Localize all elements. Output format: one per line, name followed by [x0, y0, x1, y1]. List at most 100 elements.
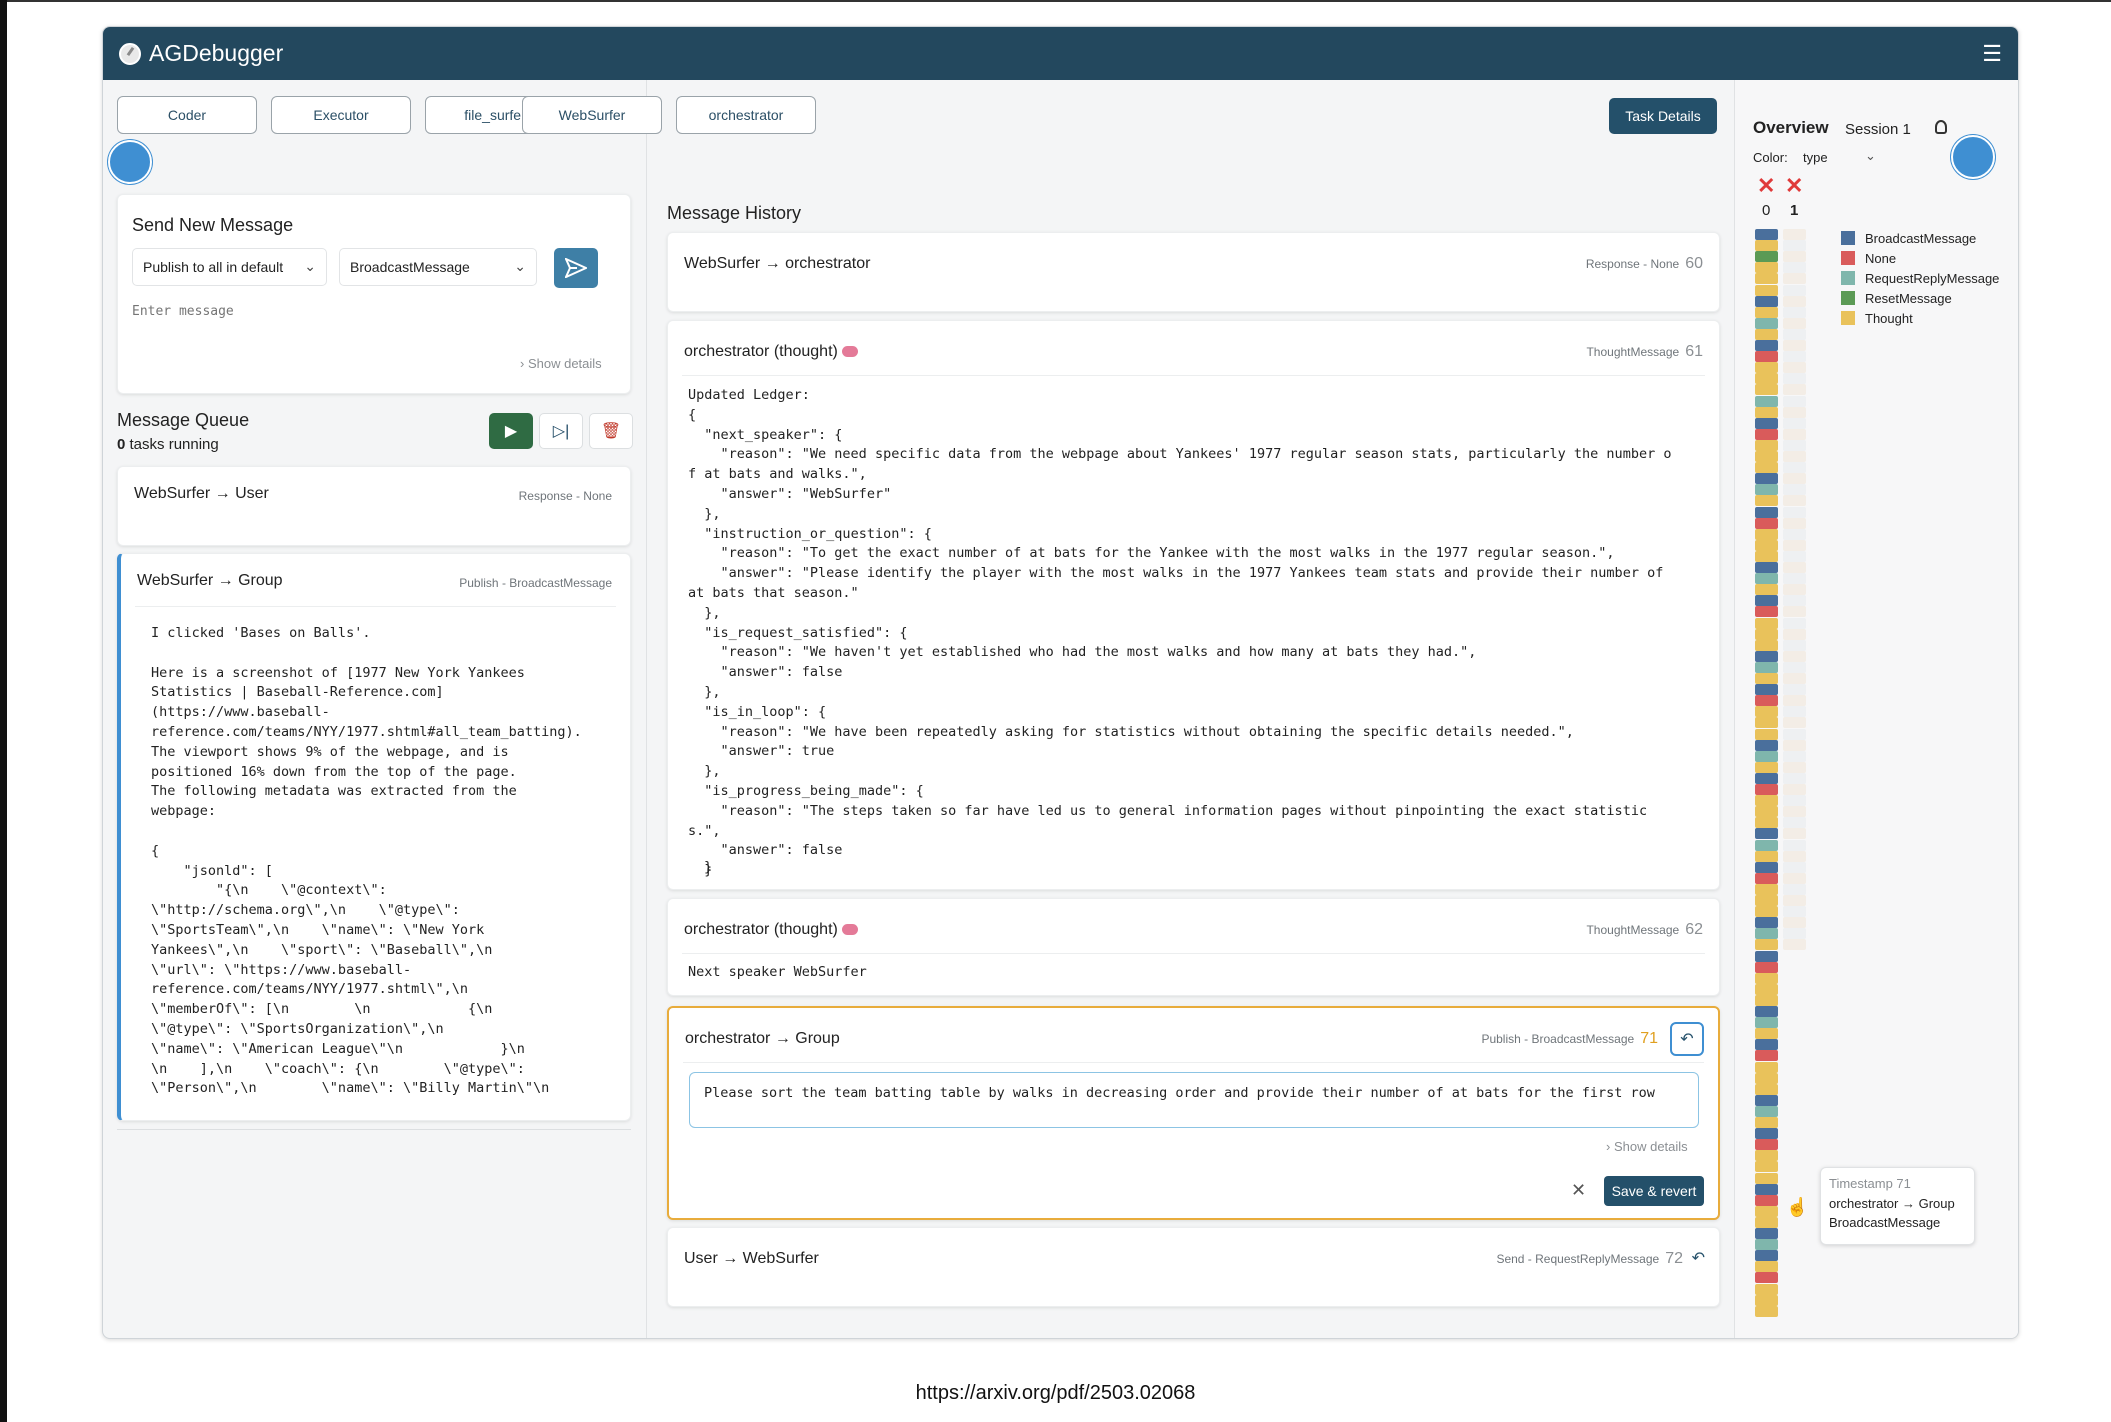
agent-tab-orchestrator[interactable]: orchestrator [676, 96, 816, 134]
overview-cell[interactable] [1755, 817, 1778, 829]
user-icon[interactable] [1935, 120, 1947, 134]
overview-cell[interactable] [1755, 406, 1778, 418]
overview-cell-empty[interactable] [1783, 861, 1806, 873]
close-icon[interactable]: ✕ [1571, 1180, 1586, 1201]
overview-cell-empty[interactable] [1783, 1250, 1806, 1261]
overview-cell[interactable] [1755, 306, 1778, 318]
overview-cell[interactable] [1755, 961, 1778, 973]
overview-cell-empty[interactable] [1783, 240, 1806, 252]
overview-cell[interactable] [1755, 617, 1778, 629]
overview-cell[interactable] [1755, 628, 1778, 640]
overview-cell-empty[interactable] [1783, 439, 1806, 451]
overview-cell-empty[interactable] [1783, 1150, 1806, 1161]
overview-cell-empty[interactable] [1783, 1106, 1806, 1117]
overview-cell-empty[interactable] [1783, 351, 1806, 363]
overview-cell-empty[interactable] [1783, 628, 1806, 640]
overview-cell-empty[interactable] [1783, 484, 1806, 496]
overview-cell[interactable] [1755, 317, 1778, 329]
overview-cell[interactable] [1755, 362, 1778, 374]
overview-cell-empty[interactable] [1783, 1062, 1806, 1073]
chevron-down-icon[interactable]: ⌄ [1865, 148, 1876, 164]
overview-cell[interactable] [1755, 1261, 1778, 1273]
overview-cell-empty[interactable] [1783, 550, 1806, 562]
overview-cell-empty[interactable] [1783, 761, 1806, 773]
overview-cell[interactable] [1755, 273, 1778, 285]
overview-cell-empty[interactable] [1783, 517, 1806, 529]
overview-cell-empty[interactable] [1783, 539, 1806, 551]
overview-cell[interactable] [1755, 1150, 1778, 1162]
overview-cell-empty[interactable] [1783, 1217, 1806, 1228]
overview-cell[interactable] [1755, 1139, 1778, 1151]
run-queue-button[interactable]: ▶ [489, 413, 533, 449]
overview-cell[interactable] [1755, 384, 1778, 396]
agent-tab-coder[interactable]: Coder [117, 96, 257, 134]
overview-cell[interactable] [1755, 1128, 1778, 1140]
overview-cell[interactable] [1755, 650, 1778, 662]
overview-cell-empty[interactable] [1783, 1028, 1806, 1039]
overview-cell[interactable] [1755, 673, 1778, 684]
target-select[interactable]: Publish to all in default ⌄ [132, 248, 327, 286]
overview-cell-empty[interactable] [1783, 973, 1806, 984]
overview-cell[interactable] [1755, 1250, 1778, 1262]
overview-cell[interactable] [1755, 506, 1778, 518]
overview-cell-empty[interactable] [1783, 962, 1806, 973]
overview-cell-empty[interactable] [1783, 1095, 1806, 1106]
overview-cell[interactable] [1755, 584, 1778, 596]
overview-cell-empty[interactable] [1783, 584, 1806, 596]
overview-cell-empty[interactable] [1783, 772, 1806, 784]
overview-cell[interactable] [1755, 828, 1778, 840]
overview-cell[interactable] [1755, 229, 1778, 240]
overview-cell[interactable] [1755, 451, 1778, 462]
overview-cell-empty[interactable] [1783, 1228, 1806, 1239]
overview-cell[interactable] [1755, 606, 1778, 618]
overview-cell-empty[interactable] [1783, 1017, 1806, 1028]
overview-cell[interactable] [1755, 795, 1778, 807]
history-message[interactable]: orchestrator (thought) ThoughtMessage 62 … [667, 898, 1720, 996]
overview-cell[interactable] [1755, 462, 1778, 474]
history-message[interactable]: orchestrator (thought) ThoughtMessage 61 … [667, 320, 1720, 890]
overview-cell-empty[interactable] [1783, 328, 1806, 340]
overview-cell-empty[interactable] [1783, 1084, 1806, 1095]
overview-cell-empty[interactable] [1783, 473, 1806, 485]
overview-cell-empty[interactable] [1783, 839, 1806, 851]
overview-cell-empty[interactable] [1783, 1161, 1806, 1172]
overview-cell[interactable] [1755, 517, 1778, 529]
overview-cell[interactable] [1755, 1228, 1778, 1239]
overview-cell[interactable] [1755, 717, 1778, 729]
overview-cell[interactable] [1755, 351, 1778, 363]
overview-cell-empty[interactable] [1783, 1073, 1806, 1084]
overview-cell[interactable] [1755, 906, 1778, 918]
overview-cell[interactable] [1755, 262, 1778, 274]
overview-cell[interactable] [1755, 550, 1778, 562]
overview-cell[interactable] [1755, 295, 1778, 307]
overview-cell[interactable] [1755, 761, 1778, 773]
overview-cell[interactable] [1755, 1161, 1778, 1173]
history-message-editing[interactable]: orchestrator → Group Publish - Broadcast… [667, 1006, 1720, 1220]
overview-cell[interactable] [1755, 739, 1778, 751]
overview-cell[interactable] [1755, 1105, 1778, 1117]
overview-cell[interactable] [1755, 972, 1778, 984]
overview-cell-empty[interactable] [1783, 661, 1806, 673]
message-input[interactable] [132, 298, 602, 324]
overview-cell-empty[interactable] [1783, 728, 1806, 740]
overview-cell[interactable] [1755, 695, 1778, 707]
overview-cell-empty[interactable] [1783, 306, 1806, 318]
overview-cell-empty[interactable] [1783, 739, 1806, 751]
overview-cell-empty[interactable] [1783, 1295, 1806, 1306]
overview-cell-empty[interactable] [1783, 384, 1806, 396]
overview-cell-empty[interactable] [1783, 695, 1806, 707]
overview-cell[interactable] [1755, 484, 1778, 496]
overview-cell[interactable] [1755, 1216, 1778, 1228]
overview-cell-empty[interactable] [1783, 406, 1806, 418]
overview-cell[interactable] [1755, 573, 1778, 585]
overview-cell-empty[interactable] [1783, 828, 1806, 840]
overview-cell-empty[interactable] [1783, 417, 1806, 429]
overview-cell-empty[interactable] [1783, 1139, 1806, 1150]
overview-cell[interactable] [1755, 1072, 1778, 1084]
overview-cell-empty[interactable] [1783, 984, 1806, 995]
overview-cell-empty[interactable] [1783, 317, 1806, 329]
color-by-select[interactable]: type [1803, 150, 1828, 165]
show-details-toggle[interactable]: › Show details [520, 356, 602, 371]
overview-cell-empty[interactable] [1783, 939, 1806, 951]
overview-cell[interactable] [1755, 684, 1778, 696]
